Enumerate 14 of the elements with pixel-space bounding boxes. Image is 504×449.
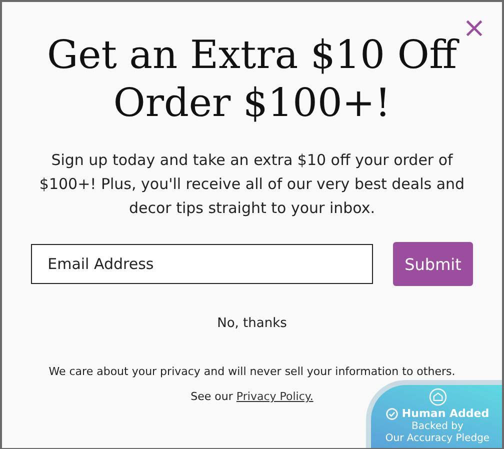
- submit-button[interactable]: Submit: [392, 242, 474, 286]
- privacy-note: We care about your privacy and will never sell your information to others.: [48, 365, 456, 378]
- badge-subtitle: Backed by Our Accuracy Pledge: [385, 421, 490, 445]
- house-icon: [428, 388, 446, 406]
- headline: Get an Extra $10 Off: [46, 32, 457, 80]
- check-icon: [386, 408, 398, 420]
- badge-title: Human Added: [402, 407, 490, 420]
- headline: Order $100+!: [113, 80, 391, 128]
- close-button[interactable]: ×: [462, 14, 486, 42]
- privacy-policy-link[interactable]: Privacy Policy.: [236, 390, 314, 403]
- decline-link[interactable]: No, thanks: [217, 316, 287, 331]
- email-field[interactable]: Email Address: [30, 244, 373, 284]
- policy-sentence: See our Privacy Policy.: [190, 390, 314, 403]
- description: Sign up today and take an extra $10 off your order of $100+! Plus, you'll receive all of our very best deals and decor tips straight to your inbox.: [38, 150, 466, 219]
